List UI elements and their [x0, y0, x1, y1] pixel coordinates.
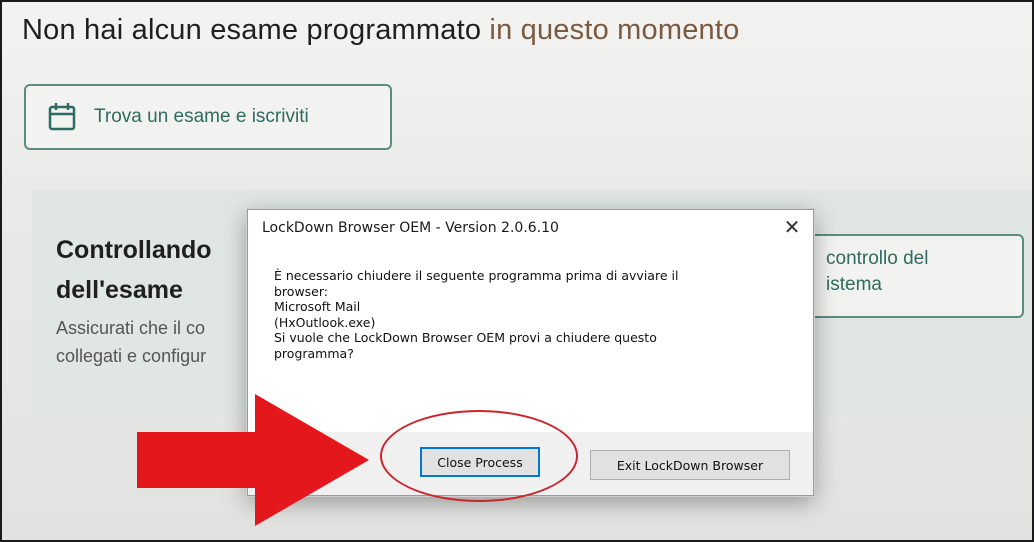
- exit-lockdown-button[interactable]: Exit LockDown Browser: [590, 450, 790, 480]
- run-system-check-label: controllo del istema: [826, 246, 1006, 298]
- dialog-message: È necessario chiudere il seguente progra…: [274, 268, 769, 361]
- red-arrow-annotation: [137, 394, 369, 526]
- run-system-check-label-line2: istema: [826, 274, 882, 295]
- dialog-message-line: (HxOutlook.exe): [274, 314, 376, 330]
- dialog-message-line: Si vuole che LockDown Browser OEM provi …: [274, 330, 657, 345]
- system-check-heading-line1: Controllando: [56, 236, 212, 264]
- dialog-message-line: programma?: [274, 345, 354, 361]
- page-title-accent: in questo momento: [489, 14, 740, 46]
- page-title-main: Non hai alcun esame programmato: [22, 14, 482, 46]
- page-title: Non hai alcun esame programmato in quest…: [22, 14, 739, 47]
- dialog-message-line: browser:: [274, 283, 329, 299]
- screen-photo: Non hai alcun esame programmato in quest…: [0, 0, 1034, 542]
- system-check-heading-line2: dell'esame: [56, 276, 183, 304]
- system-check-description: Assicurati che il co collegati e configu…: [56, 314, 261, 370]
- dialog-title: LockDown Browser OEM - Version 2.0.6.10: [262, 220, 559, 236]
- system-check-desc-line2: collegati e configur: [56, 346, 207, 366]
- find-exam-button[interactable]: Trova un esame e iscriviti: [24, 84, 392, 150]
- run-system-check-label-line1: controllo del: [826, 248, 929, 269]
- dialog-message-line: È necessario chiudere il seguente progra…: [274, 268, 679, 283]
- dialog-message-line: Microsoft Mail: [274, 299, 361, 314]
- find-exam-label: Trova un esame e iscriviti: [94, 106, 309, 127]
- dialog-close-icon[interactable]: ✕: [780, 216, 804, 240]
- system-check-desc-line1: Assicurati che il co: [56, 318, 206, 338]
- system-check-heading: Controllando dell'esame: [56, 230, 261, 310]
- close-process-button[interactable]: Close Process: [420, 447, 540, 477]
- calendar-icon: [48, 103, 76, 131]
